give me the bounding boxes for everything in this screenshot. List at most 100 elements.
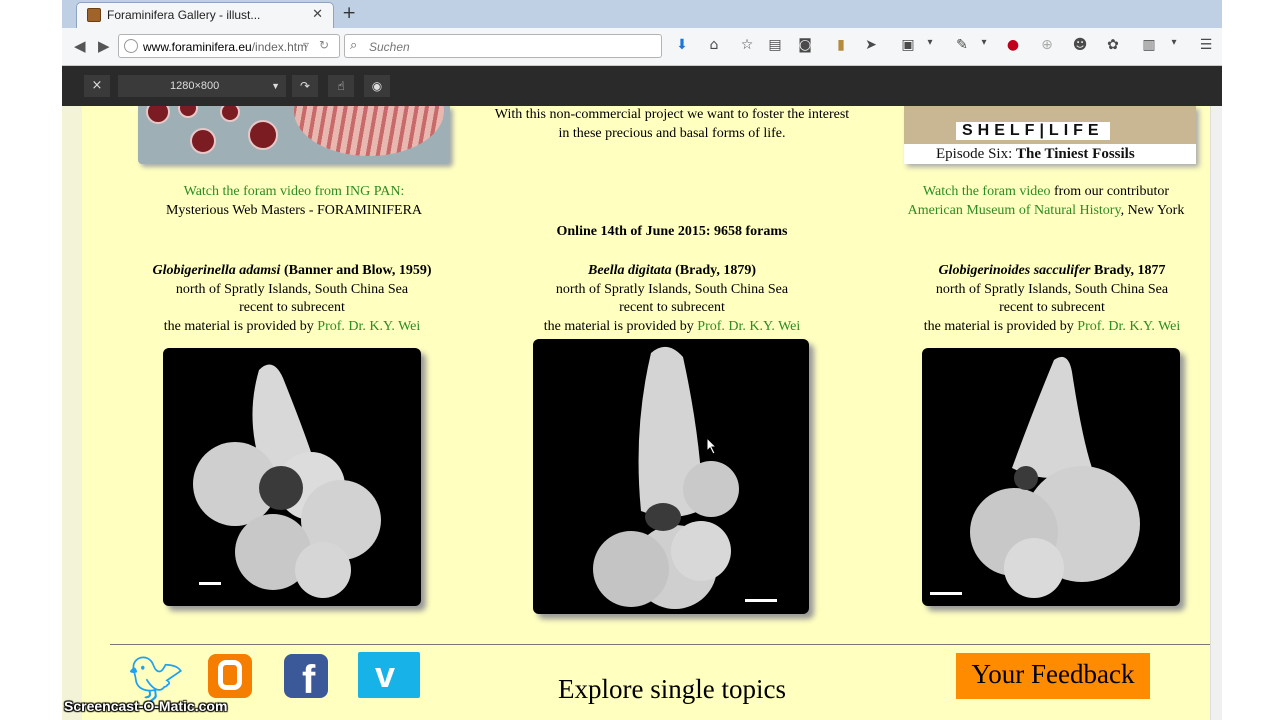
bookmark-star-icon[interactable]: ☆ [737, 37, 757, 53]
dropdown-icon[interactable]: ▾ [920, 37, 940, 48]
chat-icon[interactable]: ☻ [1070, 37, 1090, 53]
species-name: Beella digitata [588, 263, 672, 278]
responsive-design-toolbar: × 1280×800 ▼ ↷ ☝ ◉ [62, 66, 1222, 106]
search-icon: ⌕ [350, 38, 358, 53]
tab-foraminifera-gallery[interactable]: Foraminifera Gallery - illust... ✕ [76, 2, 334, 28]
download-icon[interactable]: ⬇ [672, 37, 692, 53]
hamburger-menu-icon[interactable]: ☰ [1196, 37, 1216, 53]
foram-caption-1: Globigerinella adamsi (Banner and Blow, … [118, 262, 466, 336]
globe-icon [124, 39, 138, 53]
forward-icon[interactable]: ▶ [98, 37, 110, 55]
provider-link[interactable]: Prof. Dr. K.Y. Wei [317, 319, 420, 334]
footer-divider [110, 644, 1210, 645]
scale-bar [199, 582, 221, 585]
online-count: Online 14th of June 2015: 9658 forams [556, 224, 788, 239]
shelf-life-banner: SHELF|LIFE [904, 106, 1196, 144]
home-icon[interactable]: ⌂ [704, 37, 724, 53]
screenshot-icon[interactable]: ▣ [898, 37, 918, 53]
tab-strip: Foraminifera Gallery - illust... ✕ + [62, 0, 1222, 28]
species-age: recent to subrecent [999, 300, 1105, 315]
provided-by-text: the material is provided by [163, 318, 314, 334]
provider-link[interactable]: Prof. Dr. K.Y. Wei [697, 319, 800, 334]
scrapbook-icon[interactable]: ▮ [831, 37, 851, 53]
bookmarks-menu-icon[interactable]: ▤ [765, 37, 785, 53]
foram-image-globigerinella[interactable] [163, 348, 421, 606]
dropdown-icon[interactable]: ▾ [974, 37, 994, 48]
left-video-caption: Watch the foram video from ING PAN: Myst… [138, 183, 450, 220]
url-path: /index.htm [251, 40, 308, 54]
foram-dot-image [248, 120, 278, 150]
species-age: recent to subrecent [619, 300, 725, 315]
rdm-size-select[interactable]: 1280×800 ▼ [118, 75, 286, 97]
site-favicon-icon [87, 8, 101, 22]
vimeo-icon[interactable]: v [358, 652, 420, 698]
scale-bar [930, 592, 962, 595]
provided-by-text: the material is provided by [923, 318, 1074, 334]
tools-icon[interactable]: ✎ [952, 37, 972, 53]
species-age: recent to subrecent [239, 300, 345, 315]
chevron-down-icon: ▼ [271, 81, 280, 91]
foram-dot-image [146, 106, 170, 124]
dropdown-icon[interactable]: ▿ [303, 38, 309, 52]
url-text[interactable]: www.foraminifera.eu/index.htm [143, 40, 307, 54]
foram-image-beella[interactable] [533, 339, 809, 614]
addon-c-icon[interactable]: ● [1003, 37, 1023, 53]
send-icon[interactable]: ➤ [861, 37, 881, 53]
intro-line-2: in these precious and basal forms of lif… [558, 125, 786, 141]
globigerinella-sem-image [193, 364, 381, 598]
twitter-icon[interactable]: 🐦︎ [128, 658, 184, 702]
search-placeholder: Suchen [369, 40, 410, 54]
back-icon[interactable]: ◀ [74, 37, 86, 55]
clipboard-icon[interactable]: ▥ [1139, 37, 1159, 53]
foram-caption-2: Beella digitata (Brady, 1879) north of S… [498, 262, 846, 336]
museum-link[interactable]: American Museum of Natural History [908, 203, 1121, 218]
foram-caption-3: Globigerinoides sacculifer Brady, 1877 n… [878, 262, 1210, 336]
url-bar[interactable]: www.foraminifera.eu/index.htm ▿ ↻ [118, 34, 340, 58]
dropdown-icon[interactable]: ▾ [1164, 37, 1184, 48]
museum-place: , New York [1120, 202, 1185, 218]
left-video-link[interactable]: Watch the foram video from ING PAN: [138, 183, 450, 202]
rdm-size-value: 1280×800 [170, 80, 220, 92]
search-bar[interactable]: ⌕ Suchen [344, 34, 662, 58]
feedback-button[interactable]: Your Feedback [956, 653, 1150, 699]
species-location: north of Spratly Islands, South China Se… [555, 281, 789, 297]
tab-title: Foraminifera Gallery - illust... [107, 8, 261, 22]
species-author: Brady, 1877 [1093, 263, 1166, 278]
page-scrollbar[interactable] [1210, 106, 1222, 720]
foram-video-thumbnail-left[interactable] [138, 106, 450, 164]
facebook-icon[interactable]: f [284, 654, 328, 702]
foram-dot-image [190, 128, 216, 154]
foram-dot-image [220, 106, 240, 122]
explore-topics-link[interactable]: Explore single topics [558, 674, 786, 705]
rdm-close-button[interactable]: × [84, 75, 110, 97]
add-icon[interactable]: ⊕ [1037, 37, 1057, 53]
screencast-watermark: Screencast-O-Matic.com [64, 698, 228, 714]
rotate-icon[interactable]: ↷ [292, 75, 318, 97]
reload-icon[interactable]: ↻ [319, 38, 329, 52]
new-tab-button[interactable]: + [342, 3, 356, 23]
foram-image-globigerinoides[interactable] [922, 348, 1180, 606]
species-name: Globigerinella adamsi [152, 263, 281, 278]
species-author: (Banner and Blow, 1959) [283, 263, 432, 278]
species-location: north of Spratly Islands, South China Se… [175, 281, 409, 297]
beella-sem-image [593, 346, 739, 609]
right-video-text: from our contributor [1053, 184, 1170, 199]
navigation-bar: ◀ ▶ www.foraminifera.eu/index.htm ▿ ↻ ⌕ … [62, 28, 1222, 66]
shelf-life-logo: SHELF|LIFE [956, 122, 1110, 140]
blogger-icon[interactable] [208, 654, 252, 698]
right-video-link[interactable]: Watch the foram video [923, 184, 1051, 199]
extensions-icon[interactable]: ✿ [1103, 37, 1123, 53]
shelf-life-video-thumbnail[interactable]: SHELF|LIFE Episode Six: The Tiniest Foss… [904, 106, 1196, 164]
globigerinoides-sem-image [970, 356, 1140, 598]
species-name: Globigerinoides sacculifer [938, 263, 1091, 278]
episode-number: Episode Six: [936, 146, 1013, 162]
provider-link[interactable]: Prof. Dr. K.Y. Wei [1077, 319, 1180, 334]
touch-icon[interactable]: ☝ [328, 75, 354, 97]
left-video-subtitle: Mysterious Web Masters - FORAMINIFERA [165, 202, 423, 218]
camera-icon[interactable]: ◉ [364, 75, 390, 97]
intro-line-1: With this non-commercial project we want… [494, 107, 850, 122]
pocket-icon[interactable]: ◙ [795, 37, 815, 53]
mouse-cursor-icon [706, 437, 718, 455]
scale-bar [745, 599, 777, 602]
tab-close-button[interactable]: ✕ [312, 7, 323, 22]
